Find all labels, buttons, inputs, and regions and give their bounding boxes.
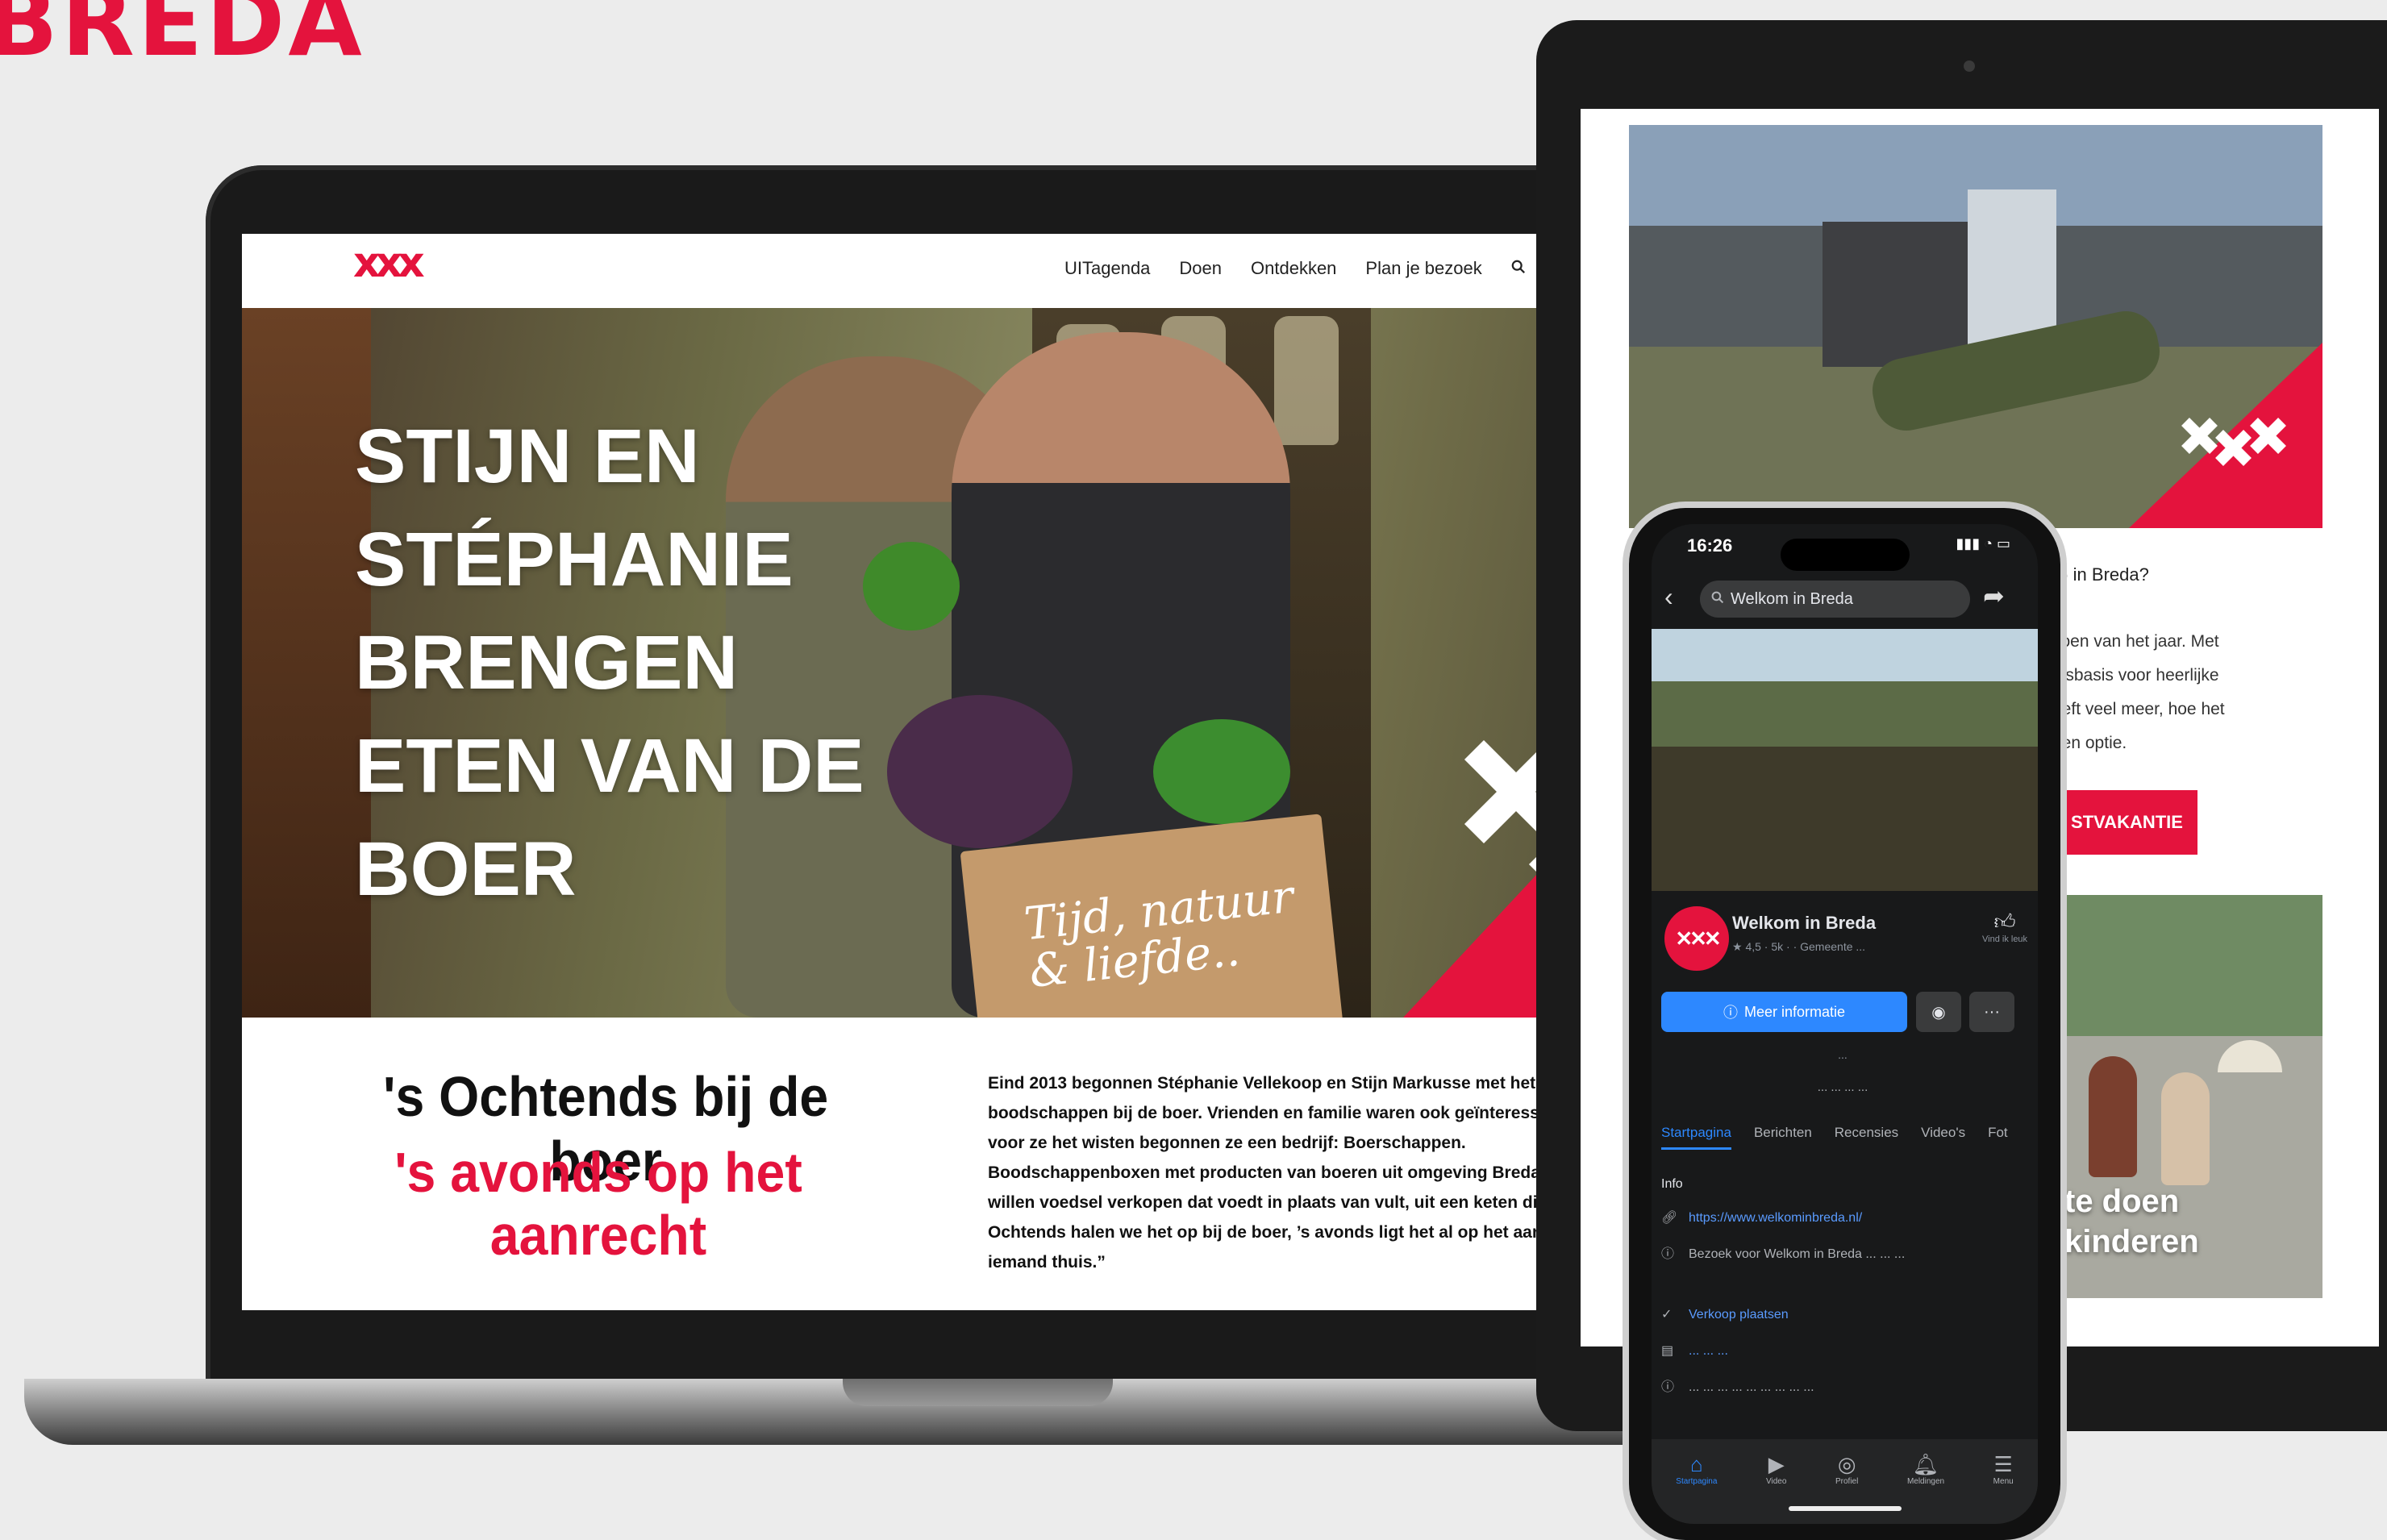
tablet-image-caption: te doen kinderen: [2064, 1184, 2199, 1259]
nav-label: Menu: [1993, 1477, 2014, 1486]
nav-home[interactable]: ⌂ Startpagina: [1676, 1452, 1717, 1524]
info-row-text: Verkoop plaatsen: [1689, 1308, 1789, 1321]
nav-video[interactable]: ▶ Video: [1766, 1452, 1786, 1524]
child: [2161, 1072, 2210, 1185]
status-icons: ▮▮▮ ◔ ▭: [1956, 535, 2010, 551]
page-name[interactable]: Welkom in Breda: [1732, 913, 1876, 934]
info-icon: ⓘ: [1661, 1380, 1675, 1394]
nav-menu[interactable]: ☰ Menu: [1993, 1452, 2014, 1524]
like-button[interactable]: 👍︎ Vind ik leuk: [1982, 909, 2027, 944]
paragraph-line: alsbasis voor heerlijke: [2052, 666, 2219, 685]
kitchen-shelf: [242, 308, 371, 1018]
info-heading: Info: [1661, 1177, 1683, 1191]
share-icon[interactable]: ➦: [1983, 581, 2005, 611]
messenger-button[interactable]: ◉: [1916, 992, 1961, 1032]
umbrella: [2218, 1040, 2282, 1072]
info-row-text: ... ... ...: [1689, 1344, 1728, 1358]
more-info-label: Meer informatie: [1743, 1003, 1846, 1020]
check-icon: ✓: [1661, 1308, 1673, 1321]
phone-screen: 16:26 ▮▮▮ ◔ ▭ ‹ Welkom in Breda ➦ ✕✕✕ We…: [1652, 524, 2038, 1524]
more-options-button[interactable]: ···: [1969, 992, 2014, 1032]
info-row-text: ... ... ... ... ... ... ... ... ...: [1689, 1380, 1814, 1394]
menu-icon: ☰: [1993, 1452, 2013, 1476]
nav-ontdekken[interactable]: Ontdekken: [1251, 258, 1336, 279]
site-header: xxx UITagenda Doen Ontdekken Plan je bez…: [242, 234, 1730, 308]
back-arrow-icon[interactable]: ‹: [1664, 582, 1673, 612]
paragraph-line: een optie.: [2052, 734, 2127, 752]
article-subtitle: 's avonds op het aanrecht: [394, 1141, 802, 1267]
bag-slogan: Tijd, natuur & liefde..: [1022, 870, 1296, 998]
cta-subtext-2: ... ... ... ...: [1817, 1080, 1868, 1094]
child: [2089, 1056, 2137, 1177]
info-icon: ⓘ: [1723, 1005, 1738, 1021]
home-icon: ⌂: [1690, 1452, 1703, 1476]
laptop-notch: [843, 1379, 1113, 1406]
dynamic-island: [1781, 539, 1910, 571]
tablet-paragraph: zoen van het jaar. Met alsbasis voor hee…: [2052, 625, 2294, 760]
home-indicator: [1789, 1506, 1902, 1511]
like-label: Vind ik leuk: [1982, 934, 2028, 944]
video-icon: ▶: [1768, 1452, 1785, 1476]
tablet-hero-image: [1629, 125, 2322, 528]
more-info-button[interactable]: ⓘ Meer informatie: [1661, 992, 1907, 1032]
jar: [1274, 316, 1339, 445]
info-row[interactable]: ▤ ... ... ...: [1661, 1342, 2024, 1360]
tablet-kids-image[interactable]: te doen kinderen: [2056, 895, 2322, 1298]
info-row: ⓘ Bezoek voor Welkom in Breda ... ... ..…: [1661, 1246, 2024, 1263]
search-input[interactable]: Welkom in Breda: [1700, 581, 1970, 618]
phone-top-bar: ‹ Welkom in Breda ➦: [1664, 581, 2019, 621]
nav-doen[interactable]: Doen: [1179, 258, 1222, 279]
nav-label: Startpagina: [1676, 1477, 1718, 1486]
laptop-screen: xxx UITagenda Doen Ontdekken Plan je bez…: [242, 234, 1730, 1310]
nav-profile[interactable]: ◎ Profiel: [1835, 1452, 1858, 1524]
lettuce: [1153, 719, 1290, 824]
info-icon: ⓘ: [1661, 1247, 1675, 1261]
info-row: ⓘ ... ... ... ... ... ... ... ... ...: [1661, 1379, 2024, 1396]
brand-wordmark: BREDA: [0, 0, 365, 77]
tablet-question: e) in Breda?: [2052, 564, 2149, 585]
groups-icon: ◎: [1837, 1452, 1856, 1476]
info-row[interactable]: ✓ Verkoop plaatsen: [1661, 1306, 2024, 1324]
nav-label: Profiel: [1835, 1477, 1859, 1486]
bell-icon: 🔔︎: [1912, 1452, 1939, 1476]
status-time: 16:26: [1687, 535, 1733, 556]
nav-uitagenda[interactable]: UITagenda: [1064, 258, 1150, 279]
page-icon: ▤: [1661, 1344, 1674, 1358]
page-cover-photo[interactable]: [1652, 629, 2038, 891]
tablet-camera: [1964, 60, 1975, 72]
tab-startpagina[interactable]: Startpagina: [1661, 1125, 1731, 1150]
tab-recensies[interactable]: Recensies: [1835, 1125, 1898, 1150]
search-text: Welkom in Breda: [1731, 589, 1853, 608]
info-row[interactable]: 🔗︎ https://www.welkominbreda.nl/: [1661, 1209, 2024, 1227]
info-row-text: https://www.welkominbreda.nl/: [1689, 1211, 1863, 1225]
page-meta: ★ 4,5 · 5k · · Gemeente ...: [1732, 940, 1866, 953]
breda-logo[interactable]: xxx: [353, 239, 425, 287]
tab-fotos[interactable]: Fot: [1988, 1125, 2008, 1150]
nav-label: Meldingen: [1906, 1477, 1945, 1486]
nav-label: Video: [1766, 1477, 1787, 1486]
paragraph-line: eeft veel meer, hoe het: [2052, 700, 2225, 718]
page-tabs: Startpagina Berichten Recensies Video's …: [1661, 1125, 2008, 1150]
paragraph-line: zoen van het jaar. Met: [2052, 632, 2219, 651]
cta-subtext: ...: [1838, 1048, 1848, 1061]
nav-plan-je-bezoek[interactable]: Plan je bezoek: [1365, 258, 1481, 279]
herfstvakantie-button[interactable]: STVAKANTIE: [2056, 790, 2197, 855]
hero-banner: Tijd, natuur & liefde.. STIJN EN STÉPHAN…: [242, 308, 1730, 1018]
info-row-text: Bezoek voor Welkom in Breda ... ... ...: [1689, 1247, 1906, 1261]
search-icon: [1711, 590, 1724, 609]
thumbs-up-icon: 👍︎: [1993, 909, 2016, 934]
search-icon[interactable]: [1511, 258, 1526, 279]
page-avatar[interactable]: ✕✕✕: [1661, 903, 1732, 974]
tab-berichten[interactable]: Berichten: [1754, 1125, 1812, 1150]
bottom-nav: ⌂ Startpagina ▶ Video ◎ Profiel 🔔︎ Meldi…: [1652, 1439, 2038, 1524]
tablet-xxx-logo: [2177, 411, 2290, 485]
tab-videos[interactable]: Video's: [1921, 1125, 1965, 1150]
nav-notifications[interactable]: 🔔︎ Meldingen: [1907, 1452, 1944, 1524]
link-icon: 🔗︎: [1661, 1211, 1678, 1225]
hero-title: STIJN EN STÉPHANIE BRENGEN ETEN VAN DE B…: [355, 414, 864, 912]
